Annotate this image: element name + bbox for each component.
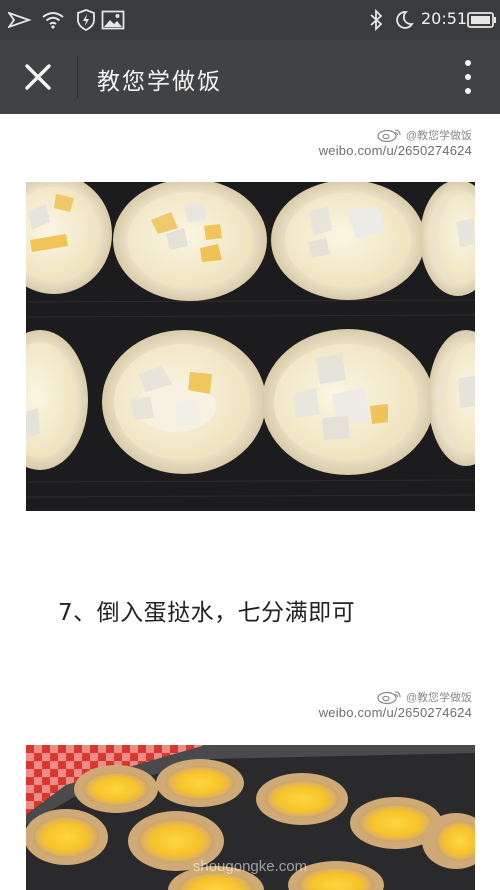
airplane-mode-icon [8, 9, 32, 31]
weibo-url: weibo.com/u/2650274624 [318, 143, 472, 158]
app-bar-divider [77, 56, 78, 98]
more-vertical-icon [465, 60, 471, 66]
weibo-watermark: @教您学做饭 weibo.com/u/2650274624 [319, 127, 472, 158]
weibo-watermark: @教您学做饭 weibo.com/u/2650274624 [319, 689, 472, 720]
more-options-button[interactable] [458, 58, 478, 96]
app-bar: 教您学做饭 [0, 40, 500, 114]
status-bar: 20:51 [0, 0, 500, 40]
shield-icon [76, 9, 96, 31]
bluetooth-icon [368, 9, 384, 31]
close-button[interactable] [20, 59, 56, 95]
do-not-disturb-moon-icon [394, 9, 414, 31]
page-title: 教您学做饭 [97, 69, 222, 95]
weibo-logo-icon [377, 691, 401, 704]
clock-time: 20:51 [421, 9, 468, 28]
step-instruction-text: 7、倒入蛋挞水，七分满即可 [58, 600, 356, 626]
weibo-account-name: @教您学做饭 [405, 130, 472, 142]
article-content[interactable]: @教您学做饭 weibo.com/u/2650274624 7、倒入蛋挞水，七分… [0, 114, 500, 890]
site-watermark: shougongke.com [192, 858, 308, 875]
weibo-account-name: @教您学做饭 [405, 692, 472, 704]
battery-icon [467, 9, 497, 31]
weibo-url: weibo.com/u/2650274624 [318, 705, 472, 720]
wifi-icon [41, 9, 65, 31]
close-icon [25, 64, 51, 90]
weibo-logo-icon [377, 129, 401, 142]
step-photo-tart-shells [26, 182, 475, 511]
image-icon [101, 9, 125, 31]
